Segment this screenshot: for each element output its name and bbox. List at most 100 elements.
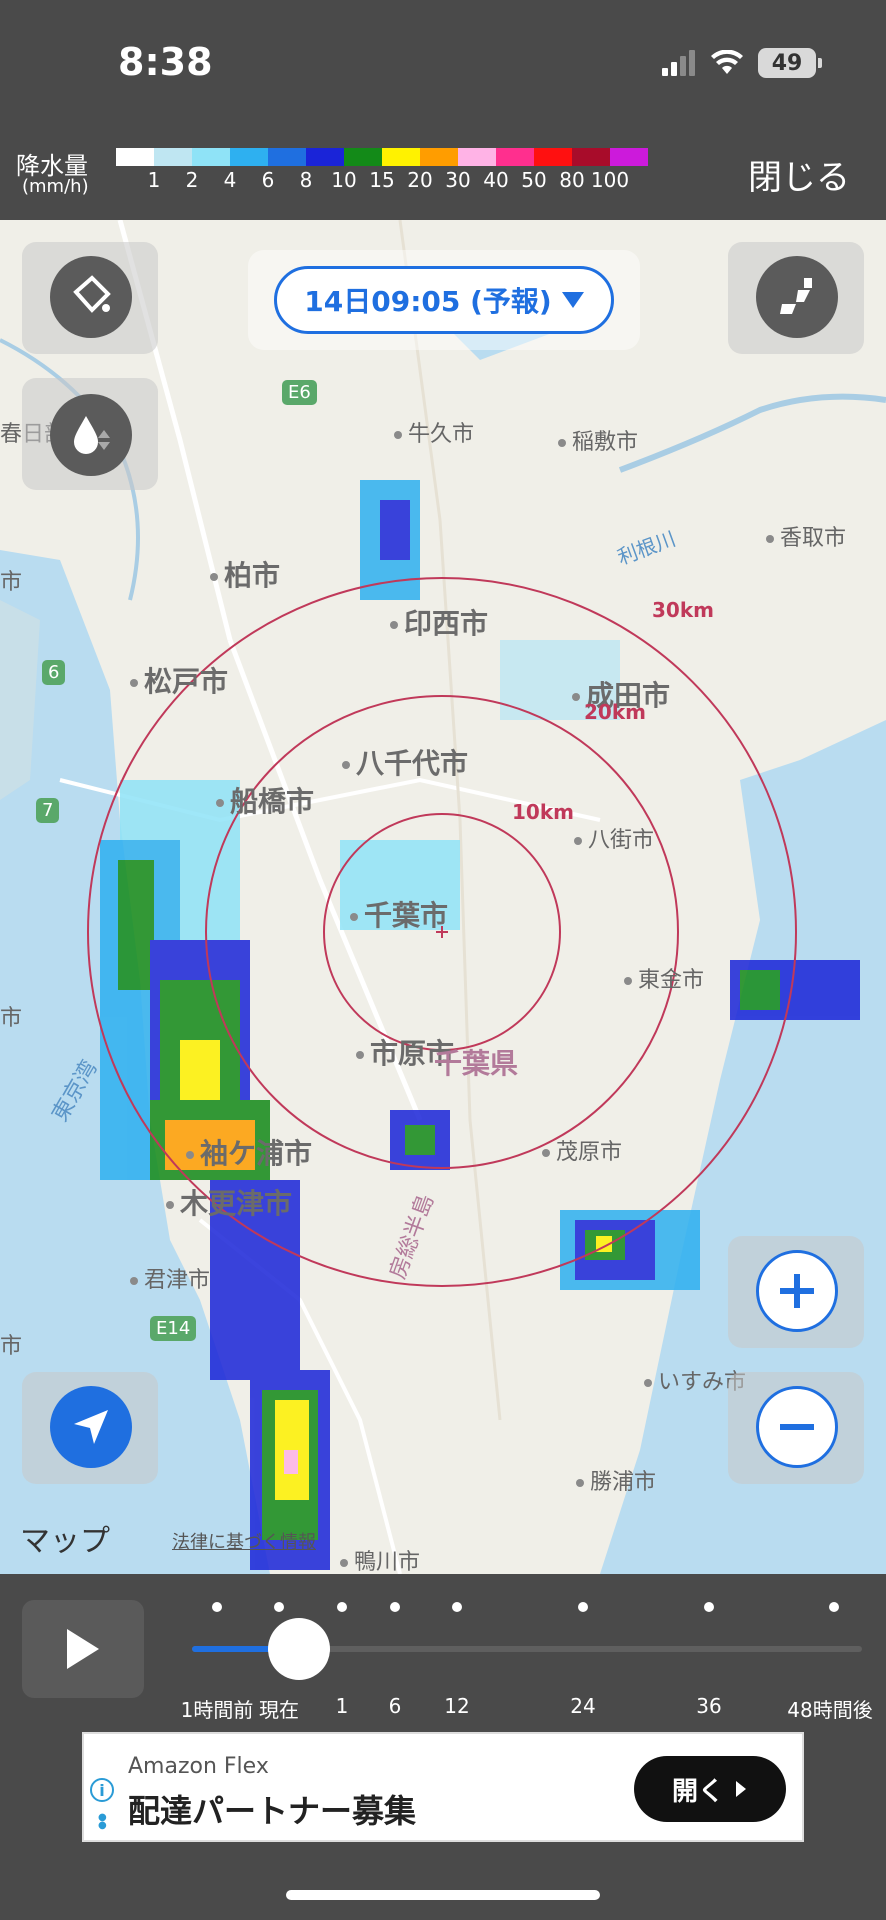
status-bar: 8:38 49 [0,0,886,130]
place-kashiwa: 柏市 [210,554,280,594]
legend-swatch [268,148,306,166]
timeline-thumb[interactable] [268,1618,331,1680]
place-ushiku: 牛久市 [394,416,474,448]
route-badge-e14: E14 [150,1316,197,1341]
place-sodegaura: 袖ケ浦市 [186,1132,312,1172]
legend-ticks: 1 2 4 6 8 10 15 20 30 40 50 80 100 [116,168,686,198]
timeline-dot [390,1602,400,1612]
play-button[interactable] [22,1600,144,1698]
forecast-time-label: 14日09:05 (予報) [304,285,552,318]
legend-swatch [344,148,382,166]
precipitation-type-button[interactable] [50,394,132,476]
legend-tick-label: 40 [483,168,509,192]
close-button[interactable]: 閉じる [748,150,850,199]
timeline-dot [337,1602,347,1612]
place-kamogawa: 鴨川市 [340,1544,420,1574]
timeline-label: 36 [696,1694,722,1718]
timeline-dot [829,1602,839,1612]
place-matsudo: 松戸市 [130,660,228,700]
route-badge-e6: E6 [282,380,317,405]
wifi-icon [711,50,743,74]
timeline-label: 現在 [259,1698,299,1722]
location-arrow-icon [74,1410,108,1444]
place-kimitsu: 君津市 [130,1262,210,1294]
place-mobara: 茂原市 [542,1134,622,1166]
legend-swatch [534,148,572,166]
forecast-time-selector[interactable]: 14日09:05 (予報) [274,266,614,334]
signal-icon [662,50,695,76]
place-inashiki: 稲敷市 [558,424,638,456]
japan-map-icon [780,278,812,314]
ad-open-label: 開く [671,1775,724,1806]
timeline-dot [704,1602,714,1612]
legend-swatch [230,148,268,166]
legend-tick-label: 2 [185,168,199,192]
legend-tick-label: 15 [369,168,395,192]
precipitation-legend: 降水量 (mm/h) 1 2 4 6 8 10 15 20 30 40 50 80 100 閉じる [0,130,886,220]
ring-label-20km: 20km [584,700,646,724]
timeline-dot [274,1602,284,1612]
paint-bucket-icon [73,275,111,313]
dropdown-triangle-icon [561,292,584,308]
legend-tick-label: 8 [299,168,313,192]
place-left-shi-1: 市 [0,570,23,595]
route-badge-7: 7 [36,798,60,823]
legend-tick-label: 80 [559,168,585,192]
home-indicator [286,1890,600,1900]
ad-choices-icon: ● ● [98,1812,107,1831]
legend-swatch [610,148,648,166]
status-time: 8:38 [118,40,213,84]
map-style-button[interactable] [50,256,132,338]
timeline-label: 6 [388,1694,402,1718]
legend-swatch [192,148,230,166]
timeline-label: 1時間前 [180,1698,254,1722]
legend-swatch [420,148,458,166]
timeline-dot [212,1602,222,1612]
place-yachiyo: 八千代市 [342,742,468,782]
legend-tick-label: 50 [521,168,547,192]
timeline-label: 12 [444,1694,470,1718]
place-togane: 東金市 [624,962,704,994]
place-chiba: 千葉市 [350,894,448,934]
timeline-label: 1 [335,1694,349,1718]
place-kisarazu: 木更津市 [166,1182,292,1222]
place-yachimata: 八街市 [574,822,654,854]
place-left-shi-3: 市 [0,1334,23,1359]
legal-info-link[interactable]: 法律に基づく情報 [172,1528,316,1554]
timeline-dot [452,1602,462,1612]
legend-color-bar [116,148,648,166]
apple-maps-credit: マップ [20,1524,110,1559]
route-badge-6: 6 [42,660,66,685]
status-icons: 49 [662,48,822,78]
legend-swatch [496,148,534,166]
ring-label-30km: 30km [652,598,714,622]
legend-tick-label: 30 [445,168,471,192]
ad-sponsor: Amazon Flex [128,1754,269,1779]
timeline-label: 24 [570,1694,596,1718]
legend-tick-label: 1 [147,168,161,192]
legend-tick-label: 10 [331,168,357,192]
zoom-out-button[interactable] [756,1386,838,1468]
legend-tick-label: 4 [223,168,237,192]
place-chiba-prefecture: 千葉県 [434,1047,519,1080]
zoom-in-button[interactable] [756,1250,838,1332]
ad-banner[interactable]: i ● ● Amazon Flex 配達パートナー募集 開く [82,1732,804,1842]
ad-info-icon[interactable]: i [90,1778,114,1802]
ad-title: 配達パートナー募集 [128,1792,417,1830]
play-icon [67,1629,99,1669]
japan-view-button[interactable] [756,256,838,338]
legend-tick-label: 6 [261,168,275,192]
legend-swatch [572,148,610,166]
place-funabashi: 船橋市 [216,780,314,820]
legend-swatch [116,148,154,166]
current-location-button[interactable] [50,1386,132,1468]
legend-swatch [382,148,420,166]
legend-swatch [154,148,192,166]
timeline-label: 48時間後 [787,1698,873,1722]
place-katori: 香取市 [766,520,846,552]
plus-icon [780,1274,814,1308]
place-left-shi-2: 市 [0,1006,23,1031]
battery-icon: 49 [758,48,822,78]
radar-map[interactable]: E6 6 7 E14 牛久市 稲敷市 香取市 春日部市 市 柏市 印西市 成田市… [0,220,886,1574]
ad-open-button[interactable]: 開く [634,1756,786,1822]
